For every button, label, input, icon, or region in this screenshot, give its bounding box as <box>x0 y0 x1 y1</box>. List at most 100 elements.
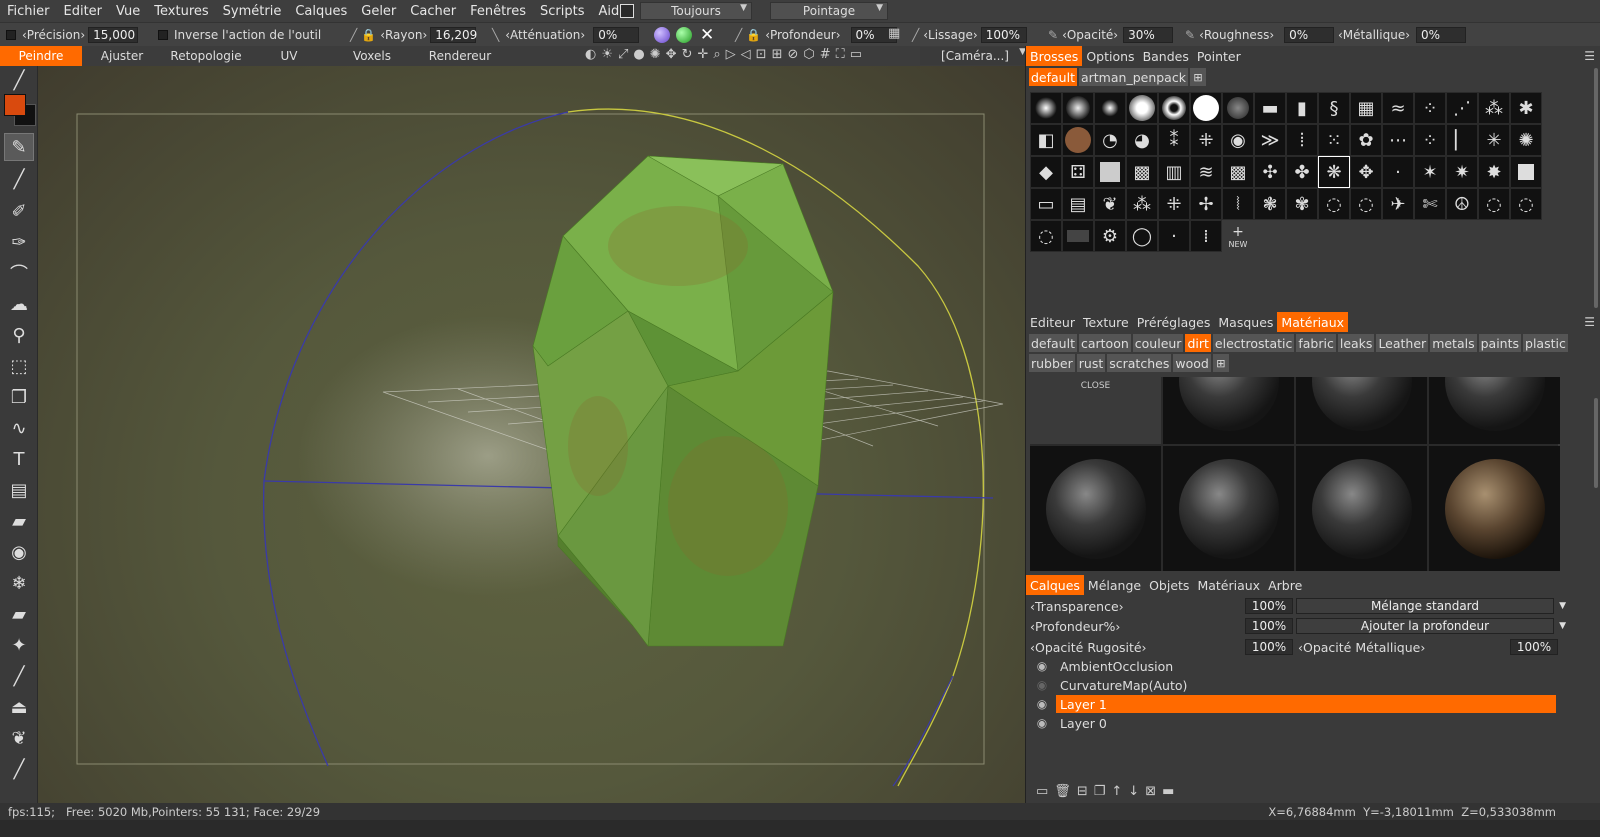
butterfly-tool-icon[interactable]: ❦ <box>4 724 34 752</box>
move-icon[interactable]: ✥ <box>666 47 677 62</box>
tab-melange[interactable]: Mélange <box>1084 575 1145 595</box>
brush-item[interactable]: ◯ <box>1126 220 1158 252</box>
brush-item[interactable]: ≫ <box>1254 124 1286 156</box>
brush-item[interactable] <box>1062 124 1094 156</box>
brush-item[interactable] <box>1222 92 1254 124</box>
brush-item[interactable]: ✺ <box>1510 124 1542 156</box>
brush-item[interactable]: ⚃ <box>1062 156 1094 188</box>
category-rubber[interactable]: rubber <box>1029 354 1075 372</box>
menu-symetrie[interactable]: Symétrie <box>216 4 289 19</box>
tab-brosses[interactable]: Brosses <box>1026 46 1083 66</box>
camera-dropdown[interactable]: [Caméra...] ▼ <box>920 47 1030 65</box>
document-tool-icon[interactable]: ▤ <box>4 476 34 504</box>
transparency-value[interactable]: 100% <box>1245 598 1293 614</box>
precision-value[interactable]: 15,000 <box>88 27 139 43</box>
brush-item[interactable]: ⁘ <box>1414 92 1446 124</box>
brush-item[interactable] <box>1062 220 1094 252</box>
metal-opacity-value[interactable]: 100% <box>1510 639 1558 655</box>
merge-layer-icon[interactable]: ⊟ <box>1077 784 1088 799</box>
tab-bandes[interactable]: Bandes <box>1139 46 1193 66</box>
brush-item[interactable]: ▮ <box>1286 92 1318 124</box>
roughness-value[interactable]: 0% <box>1284 27 1335 43</box>
category-leaks[interactable]: leaks <box>1337 334 1375 352</box>
shading-icon[interactable]: ◐ <box>585 47 596 62</box>
text-tool-icon[interactable]: T <box>4 445 34 473</box>
picker-tool-icon[interactable]: ╱ <box>4 662 34 690</box>
brush-item[interactable]: ▬ <box>1254 92 1286 124</box>
depth-percent-value[interactable]: 100% <box>1245 618 1293 634</box>
rough-opacity-value[interactable]: 100% <box>1245 639 1293 655</box>
new-brush-button[interactable]: + NEW <box>1222 220 1254 252</box>
layer-row[interactable]: ◉ CurvatureMap(Auto) <box>1034 676 1556 694</box>
brush-item[interactable]: ⁙ <box>1318 124 1350 156</box>
brush-item[interactable] <box>1158 92 1190 124</box>
brush-item[interactable]: § <box>1318 92 1350 124</box>
tab-preglages[interactable]: Préréglages <box>1133 312 1215 332</box>
pointing-mode-dropdown[interactable]: Pointage ▼ <box>770 2 888 20</box>
radius-value[interactable]: 16,209 <box>430 27 477 43</box>
airbrush-tool-icon[interactable]: ✐ <box>4 197 34 225</box>
move-up-icon[interactable]: ↑ <box>1111 784 1122 799</box>
category-metals[interactable]: metals <box>1430 334 1477 352</box>
brush-item[interactable]: ✱ <box>1510 92 1542 124</box>
stamp-tool-icon[interactable]: ⚲ <box>4 321 34 349</box>
material-sphere-icon[interactable] <box>654 27 670 43</box>
tab-pointer[interactable]: Pointer <box>1193 46 1245 66</box>
depth-control[interactable]: ╱ 🔒 ‹Profondeur› 0% <box>735 26 897 44</box>
cube-icon[interactable]: ⬡ <box>803 47 814 62</box>
room-tab-rendereur[interactable]: Rendereur <box>416 46 504 66</box>
brush-item[interactable]: ⁑ <box>1158 124 1190 156</box>
curve-tool-icon[interactable]: ∿ <box>4 414 34 442</box>
brush-item[interactable]: ◕ <box>1126 124 1158 156</box>
brush-item[interactable]: ⋯ <box>1382 124 1414 156</box>
menu-editer[interactable]: Editer <box>57 4 110 19</box>
panel-menu-icon[interactable]: ☰ <box>1584 49 1595 63</box>
forbid-icon[interactable]: ⊘ <box>787 47 798 62</box>
metallic-value[interactable]: 0% <box>1416 27 1466 43</box>
category-fabric[interactable]: fabric <box>1296 334 1336 352</box>
brush-item[interactable]: ◆ <box>1030 156 1062 188</box>
eye-icon[interactable]: ◉ <box>1034 677 1050 693</box>
brush-pack-default[interactable]: default <box>1029 68 1077 86</box>
layer-row[interactable]: ◉ Layer 0 <box>1034 714 1556 732</box>
duplicate-layer-icon[interactable]: ❐ <box>1094 784 1106 799</box>
eye-icon[interactable]: ◉ <box>1034 696 1050 712</box>
grid-icon[interactable]: ▦ <box>888 26 900 41</box>
frame-icon[interactable]: ▷ <box>726 47 736 62</box>
category-couleur[interactable]: couleur <box>1132 334 1184 352</box>
folder-icon[interactable]: ▬ <box>1162 784 1174 799</box>
copy-tool-icon[interactable]: ❐ <box>4 383 34 411</box>
menu-geler[interactable]: Geler <box>354 4 403 19</box>
material-item[interactable] <box>1163 377 1294 444</box>
smoothing-control[interactable]: ╱ ‹Lissage› 100% <box>912 26 1027 44</box>
material-scrollbar[interactable] <box>1594 398 1598 488</box>
lock-icon[interactable]: 🔒 <box>361 28 376 42</box>
menu-fichier[interactable]: Fichier <box>0 4 57 19</box>
brush-item[interactable]: ◌ <box>1030 220 1062 252</box>
brush-item[interactable]: ✥ <box>1350 156 1382 188</box>
clear-layer-icon[interactable]: ⊠ <box>1145 784 1156 799</box>
brush-scrollbar[interactable] <box>1594 68 1598 308</box>
room-tab-retopologie[interactable]: Retopologie <box>162 46 250 66</box>
tab-editeur[interactable]: Editeur <box>1026 312 1079 332</box>
color-sphere-icon[interactable] <box>676 27 692 43</box>
category-wood[interactable]: wood <box>1173 354 1211 372</box>
rotate-icon[interactable]: ↻ <box>682 47 693 62</box>
material-item[interactable] <box>1030 446 1161 571</box>
magic-wand-icon[interactable]: ✦ <box>4 631 34 659</box>
transform-tool-icon[interactable]: ⬚ <box>4 352 34 380</box>
fit-all-icon[interactable]: ⊡ <box>756 47 767 62</box>
metallic-control[interactable]: ‹Métallique› 0% <box>1338 26 1466 44</box>
category-rust[interactable]: rust <box>1076 354 1106 372</box>
brush-item[interactable]: ✶ <box>1414 156 1446 188</box>
brush-item[interactable]: ▩ <box>1126 156 1158 188</box>
room-tab-uv[interactable]: UV <box>250 46 328 66</box>
layer-row-active[interactable]: ◉ Layer 1 <box>1034 695 1556 713</box>
line-tool-icon[interactable]: ╱ <box>4 165 34 193</box>
brush-item[interactable]: ⁘ <box>1414 124 1446 156</box>
category-cartoon[interactable]: cartoon <box>1078 334 1131 352</box>
tab-objets[interactable]: Objets <box>1145 575 1193 595</box>
brush-item[interactable]: ◉ <box>1222 124 1254 156</box>
room-tab-ajuster[interactable]: Ajuster <box>82 46 162 66</box>
viewport-3d[interactable] <box>38 66 1025 803</box>
